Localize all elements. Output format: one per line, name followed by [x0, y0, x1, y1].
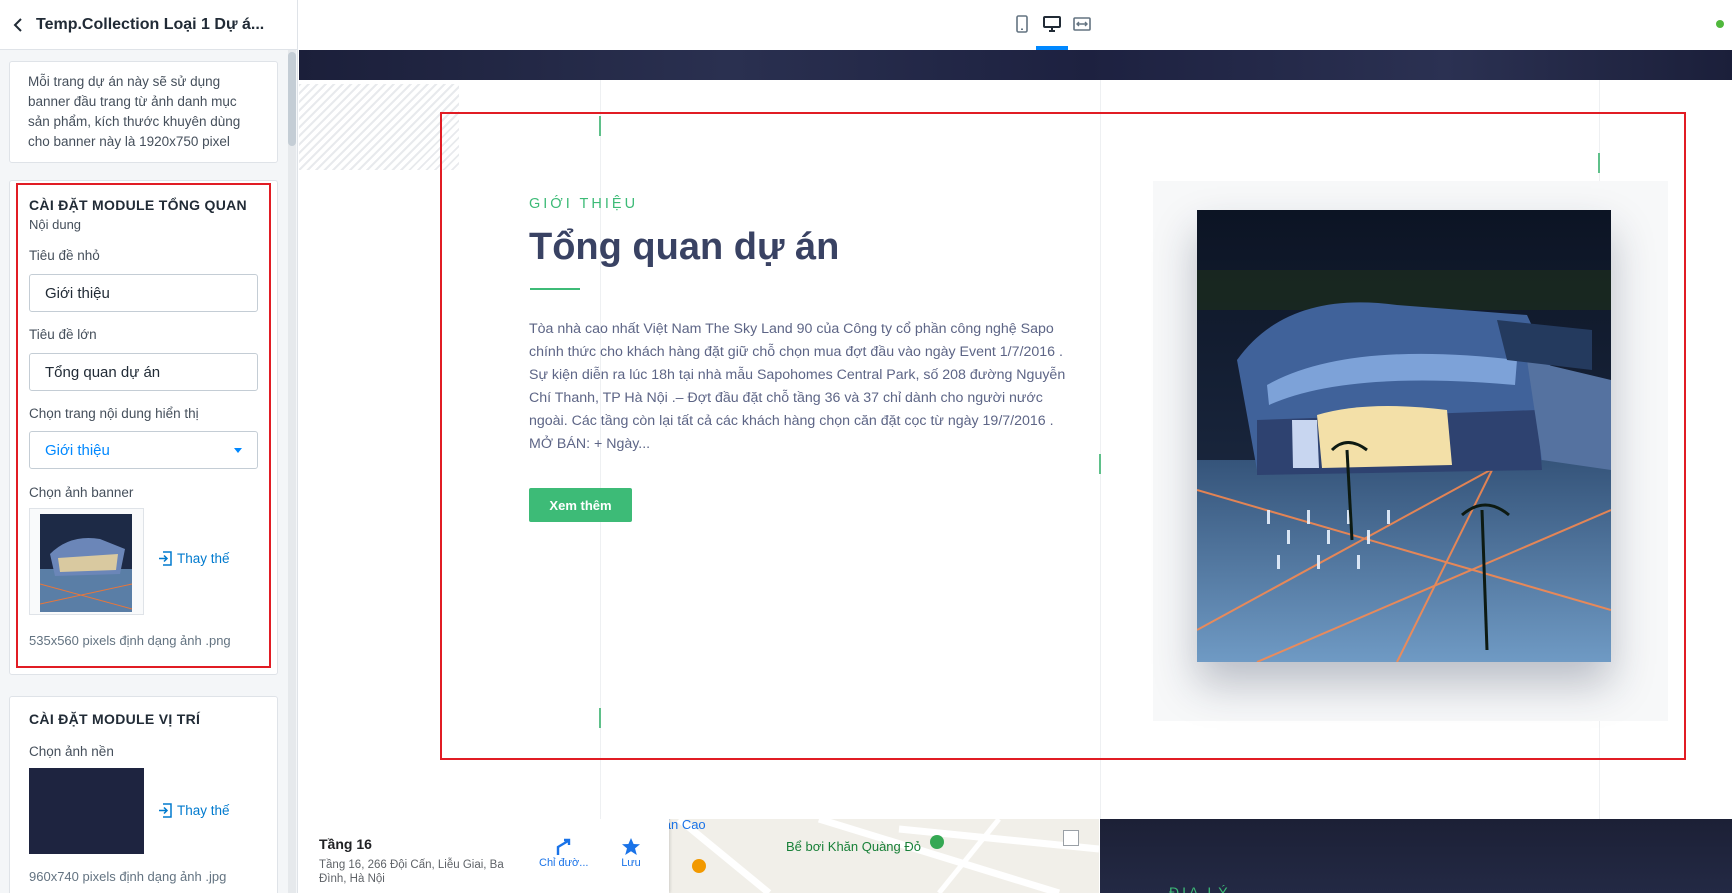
building-image	[1197, 210, 1611, 662]
map-pin-icon	[930, 835, 944, 849]
hatch-decoration	[299, 84, 459, 170]
map-save-button[interactable]: Lưu	[621, 837, 641, 869]
banner-label: Chọn ảnh banner	[29, 485, 134, 500]
replace-icon	[159, 803, 172, 818]
grid-line	[1100, 80, 1101, 870]
map-poi-label: Bể bơi Khăn Quàng Đỏ	[786, 839, 922, 854]
device-toolbar	[299, 0, 1732, 50]
title-underline	[530, 288, 580, 290]
page-preview: GIỚI THIỆU Tổng quan dự án Tòa nhà cao n…	[299, 50, 1732, 893]
sidebar-scrollbar[interactable]	[288, 50, 296, 893]
building-thumbnail-image	[40, 514, 132, 612]
position-module-card: CÀI ĐẶT MODULE VỊ TRÍ Chọn ảnh nền Thay …	[9, 696, 278, 893]
sidebar-header: Temp.Collection Loại 1 Dự á...	[0, 0, 297, 50]
settings-sidebar: Temp.Collection Loại 1 Dự á... Mỗi trang…	[0, 0, 298, 893]
map-food-icon	[692, 859, 706, 873]
map-address: Tầng 16, 266 Đội Cấn, Liễu Giai, Ba Đình…	[319, 859, 504, 885]
map-directions-label: Chỉ đườ...	[539, 857, 589, 869]
banner-thumbnail[interactable]	[29, 508, 144, 615]
back-button[interactable]	[0, 0, 36, 50]
fullwidth-icon	[1073, 17, 1091, 31]
mobile-icon	[1016, 15, 1028, 33]
desktop-view-button[interactable]	[1040, 12, 1064, 36]
read-more-button[interactable]: Xem thêm	[529, 488, 632, 522]
intro-big-title: Tổng quan dự án	[529, 226, 840, 268]
info-card: Mỗi trang dự án này sẽ sử dụng banner đầ…	[9, 61, 278, 163]
star-icon	[622, 838, 640, 855]
fullwidth-view-button[interactable]	[1070, 12, 1094, 36]
bg-thumbnail[interactable]	[29, 768, 144, 854]
overview-module-card: CÀI ĐẶT MODULE TỔNG QUAN Nội dung Tiêu đ…	[9, 180, 278, 675]
position-module-title: CÀI ĐẶT MODULE VỊ TRÍ	[29, 711, 201, 727]
banner-strip	[299, 50, 1732, 80]
info-text: Mỗi trang dự án này sẽ sử dụng banner đầ…	[28, 74, 241, 149]
accent-tick	[599, 708, 601, 728]
location-section-bg	[1100, 819, 1732, 893]
replace-banner-label: Thay thế	[177, 551, 230, 566]
bg-image-label: Chọn ảnh nền	[29, 744, 114, 759]
banner-size-note: 535x560 pixels định dạng ảnh .png	[29, 633, 231, 648]
template-title: Temp.Collection Loại 1 Dự á...	[36, 15, 265, 33]
map-embed[interactable]: 73 Văn Cao Bể bơi Khăn Quàng Đỏ Tầng 16 …	[299, 819, 1099, 893]
small-title-label: Tiêu đề nhỏ	[29, 248, 100, 263]
map-fullscreen-button[interactable]	[1063, 830, 1079, 846]
big-title-label: Tiêu đề lớn	[29, 327, 97, 342]
accent-tick	[1099, 454, 1101, 474]
sidebar-scroll-thumb[interactable]	[288, 52, 296, 146]
map-save-label: Lưu	[621, 857, 641, 869]
page-select-value: Giới thiệu	[45, 441, 110, 459]
page-select-dropdown[interactable]: Giới thiệu	[29, 431, 258, 469]
big-title-input[interactable]: Tổng quan dự án	[29, 353, 258, 391]
desktop-icon	[1043, 16, 1061, 32]
mobile-view-button[interactable]	[1010, 12, 1034, 36]
bg-size-note: 960x740 pixels định dạng ảnh .jpg	[29, 869, 227, 884]
location-section-label: ĐỊA LÝ	[1169, 884, 1231, 893]
accent-tick	[599, 116, 601, 136]
overview-module-title: CÀI ĐẶT MODULE TỔNG QUAN	[29, 197, 247, 213]
map-directions-button[interactable]: Chỉ đườ...	[539, 837, 588, 869]
replace-icon	[159, 551, 172, 566]
intro-body-text: Tòa nhà cao nhất Việt Nam The Sky Land 9…	[529, 321, 1066, 452]
small-title-input[interactable]: Giới thiệu	[29, 274, 258, 312]
page-select-label: Chọn trang nội dung hiển thị	[29, 406, 199, 421]
replace-bg-button[interactable]: Thay thế	[158, 803, 230, 818]
replace-banner-button[interactable]: Thay thế	[158, 551, 230, 566]
status-dot	[1716, 20, 1724, 28]
intro-small-title: GIỚI THIỆU	[529, 196, 639, 212]
replace-bg-label: Thay thế	[177, 803, 230, 818]
chevron-left-icon	[13, 17, 22, 32]
map-place-card: Tầng 16 Tầng 16, 266 Đội Cấn, Liễu Giai,…	[299, 819, 669, 893]
map-place-name: Tầng 16	[319, 836, 372, 852]
content-section-label: Nội dung	[29, 217, 82, 232]
accent-tick	[1598, 153, 1600, 173]
caret-down-icon	[234, 447, 242, 453]
directions-icon	[556, 838, 570, 855]
